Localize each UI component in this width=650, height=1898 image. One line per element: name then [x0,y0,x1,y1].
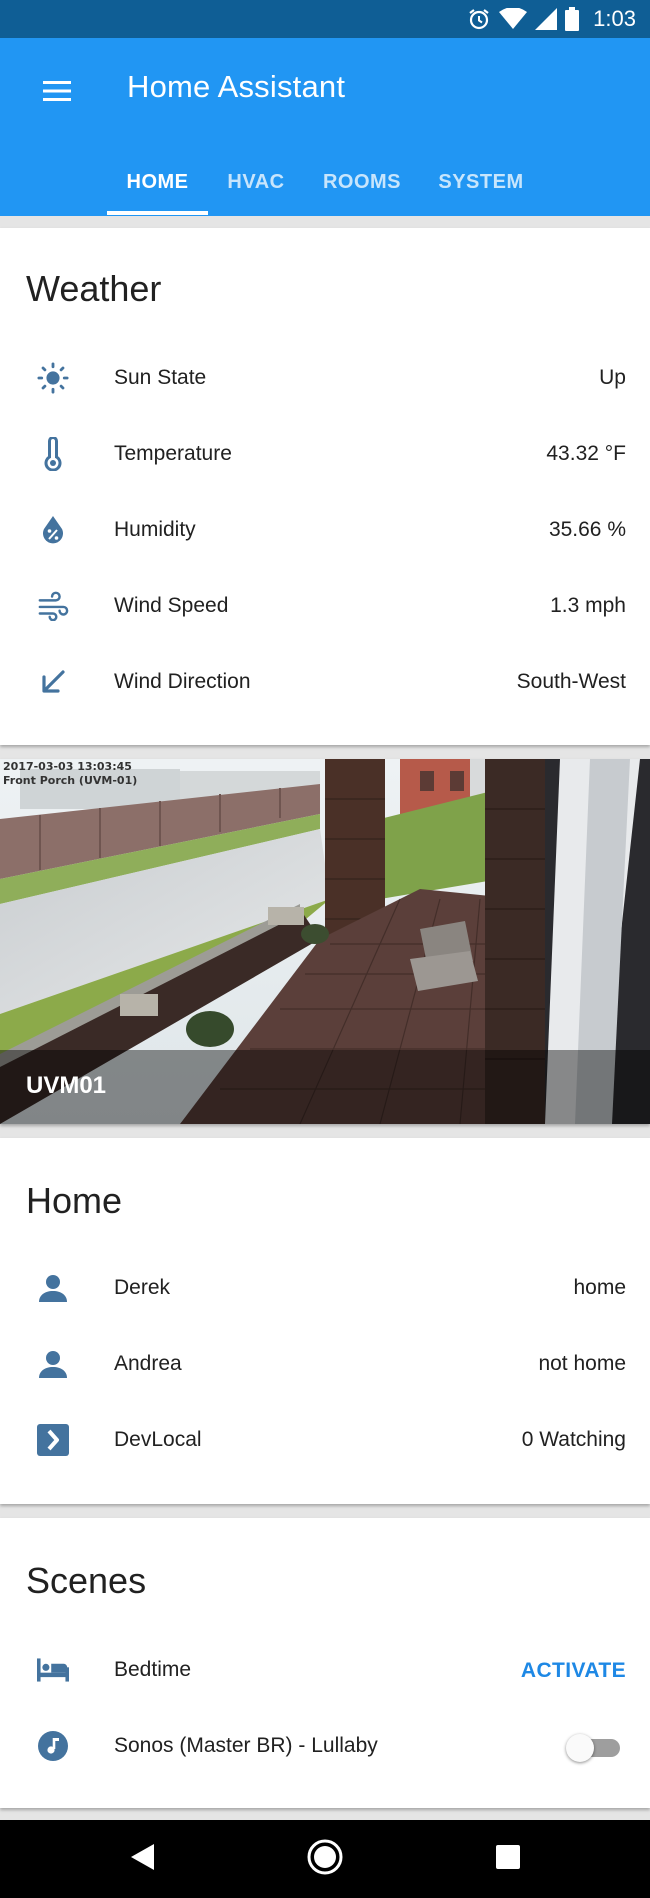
arrow-down-left-icon [37,666,69,698]
thermometer-icon [37,437,69,471]
alarm-icon [467,7,491,31]
tab-hvac[interactable]: HVAC [214,148,298,216]
app-title: Home Assistant [127,69,346,104]
tab-indicator [107,211,208,215]
humidity-icon [37,514,69,546]
row-name: Wind Direction [114,670,251,693]
home-circle-icon [306,1838,344,1881]
scene-row-bedtime: Bedtime ACTIVATE [0,1640,650,1700]
scenes-card: Scenes Bedtime ACTIVATE Sonos (Master BR… [0,1518,650,1808]
home-button[interactable] [285,1820,365,1898]
weather-row-temperature[interactable]: Temperature 43.32 °F [0,424,650,484]
wifi-icon [499,8,528,30]
wind-icon [37,590,69,622]
camera-card[interactable]: 2017-03-03 13:03:45 Front Porch (UVM-01)… [0,759,650,1124]
sonos-lullaby-toggle[interactable] [566,1734,624,1762]
person-icon [37,1348,69,1380]
plex-icon [37,1424,69,1456]
row-value: 43.32 °F [546,442,626,465]
recents-square-icon [495,1844,521,1875]
row-name: Derek [114,1276,171,1299]
activate-button[interactable]: ACTIVATE [521,1640,626,1700]
scenes-card-title: Scenes [26,1560,147,1601]
row-value: South-West [516,670,626,693]
row-name: DevLocal [114,1428,202,1451]
app-bar: Home Assistant HOME HVAC ROOMS SYSTEM [0,38,650,216]
camera-timestamp: 2017-03-03 13:03:45 [3,760,132,773]
row-value: 0 Watching [521,1428,626,1451]
row-name: Sonos (Master BR) - Lullaby [114,1734,378,1757]
sun-icon [37,362,69,394]
menu-icon[interactable] [40,74,74,108]
row-name: Sun State [114,366,207,389]
home-row-andrea[interactable]: Andrea not home [0,1334,650,1394]
tab-bar: HOME HVAC ROOMS SYSTEM [0,148,650,216]
recents-button[interactable] [468,1820,548,1898]
home-row-devlocal[interactable]: DevLocal 0 Watching [0,1410,650,1470]
bed-icon [37,1654,69,1686]
row-name: Wind Speed [114,594,229,617]
camera-label: UVM01 [26,1072,107,1099]
back-button[interactable] [102,1820,182,1898]
row-value: 35.66 % [548,518,626,541]
status-bar: 1:03 [0,0,650,38]
system-nav-bar [0,1820,650,1898]
battery-icon [565,7,580,31]
tab-system[interactable]: SYSTEM [426,148,536,216]
weather-row-humidity[interactable]: Humidity 35.66 % [0,500,650,560]
home-card-title: Home [26,1180,123,1221]
cell-signal-icon [535,8,558,30]
weather-card-title: Weather [26,268,162,309]
row-value: Up [599,366,626,389]
home-row-derek[interactable]: Derek home [0,1258,650,1318]
row-name: Temperature [114,442,232,465]
weather-card: Weather Sun State Up Temperature 43.32 °… [0,228,650,745]
row-value: home [573,1276,626,1299]
row-value: not home [538,1352,626,1375]
tab-rooms[interactable]: ROOMS [310,148,414,216]
scene-row-sonos-lullaby: Sonos (Master BR) - Lullaby [0,1716,650,1776]
toggle-knob [566,1734,594,1762]
clock-time: 1:03 [593,6,636,31]
music-icon [37,1730,69,1762]
camera-timestamp-overlay: 2017-03-03 13:03:45 Front Porch (UVM-01) [3,760,137,788]
weather-row-sun[interactable]: Sun State Up [0,348,650,408]
row-name: Humidity [114,518,196,541]
weather-row-wind-speed[interactable]: Wind Speed 1.3 mph [0,576,650,636]
camera-overlay-name: Front Porch (UVM-01) [3,774,138,787]
row-name: Bedtime [114,1658,192,1681]
person-icon [37,1272,69,1304]
home-card: Home Derek home Andrea not home DevLocal… [0,1138,650,1504]
row-value: 1.3 mph [550,594,626,617]
tab-home[interactable]: HOME [107,148,208,216]
weather-row-wind-direction[interactable]: Wind Direction South-West [0,652,650,712]
back-triangle-icon [128,1842,156,1877]
row-name: Andrea [114,1352,182,1375]
